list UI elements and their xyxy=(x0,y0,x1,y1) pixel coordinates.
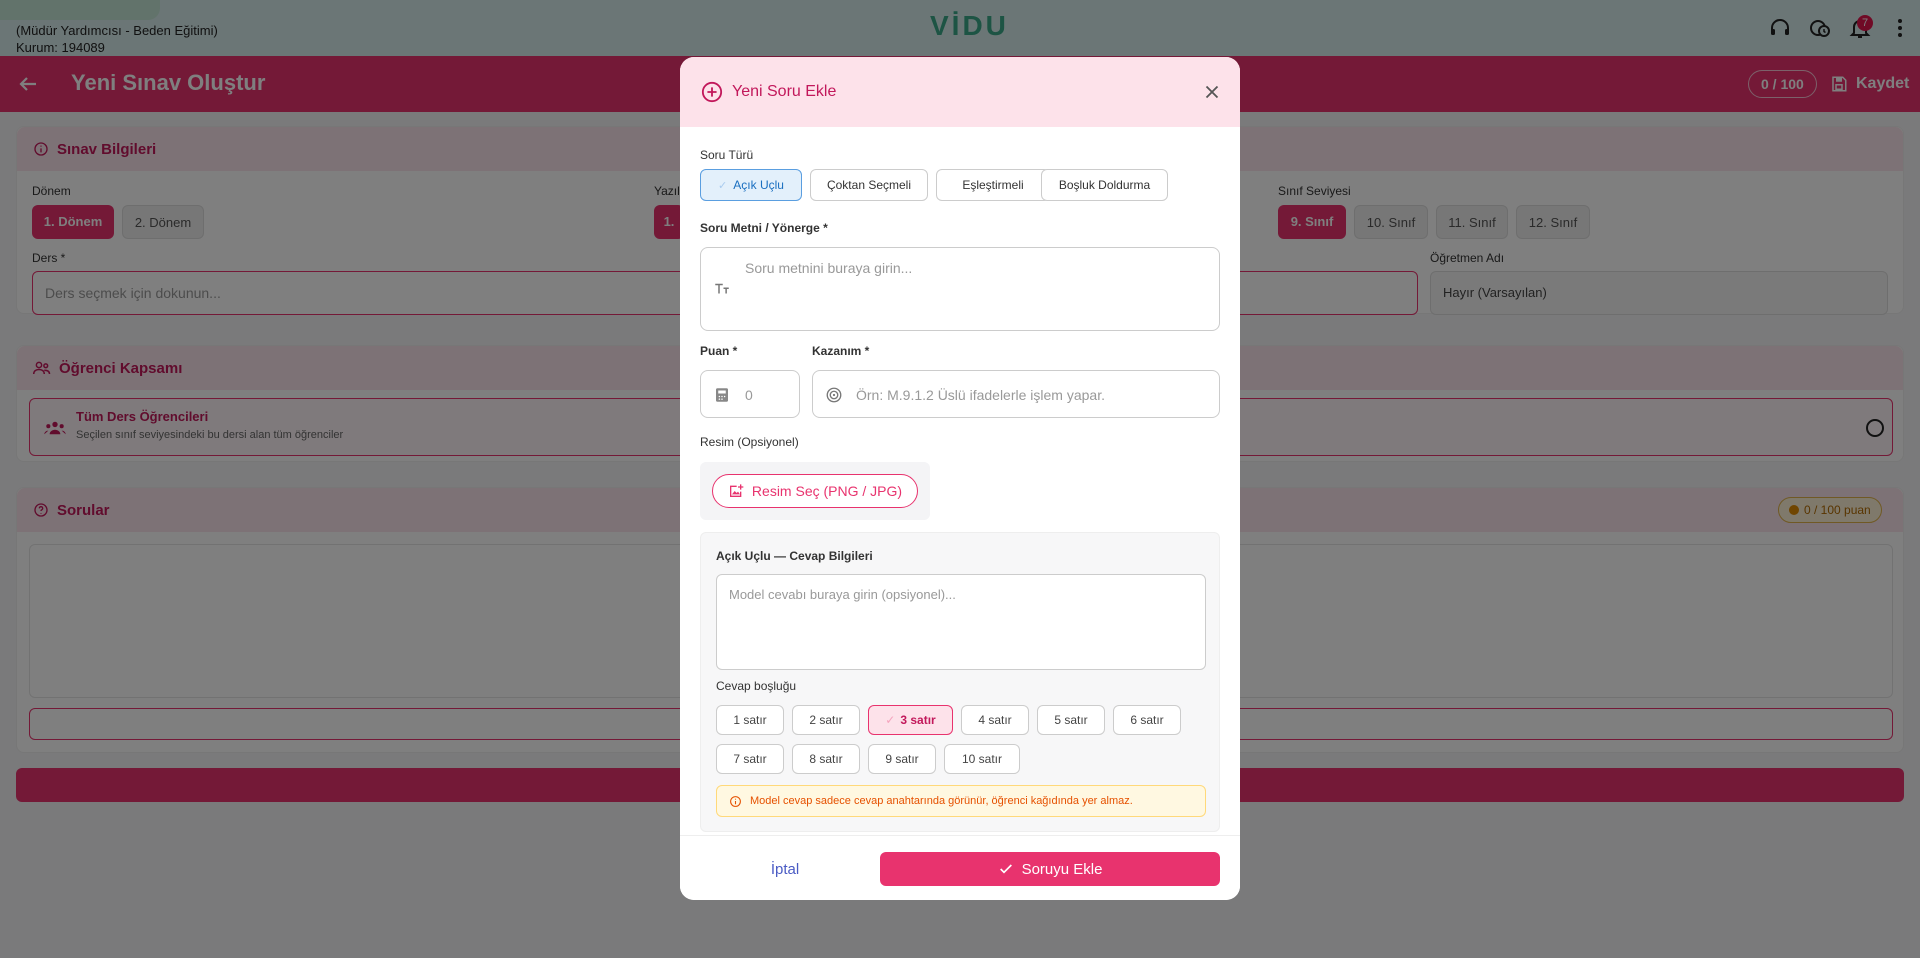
question-text-placeholder: Soru metnini buraya girin... xyxy=(745,260,913,276)
model-answer-input[interactable]: Model cevabı buraya girin (opsiyonel)... xyxy=(716,574,1206,670)
add-photo-icon xyxy=(729,484,744,497)
cancel-button[interactable]: İptal xyxy=(700,854,870,886)
model-answer-placeholder: Model cevabı buraya girin (opsiyonel)... xyxy=(729,587,956,602)
spacing-option[interactable]: 4 satır xyxy=(961,705,1029,735)
outcome-label: Kazanım * xyxy=(812,344,870,358)
info-icon xyxy=(730,795,741,807)
image-label: Resim (Opsiyonel) xyxy=(700,435,799,449)
spacing-option[interactable]: 5 satır xyxy=(1037,705,1105,735)
target-icon xyxy=(826,387,842,403)
answer-warning: Model cevap sadece cevap anahtarında gör… xyxy=(716,785,1206,817)
check-icon xyxy=(999,864,1012,874)
answer-warning-text: Model cevap sadece cevap anahtarında gör… xyxy=(750,795,1133,807)
select-image-button[interactable]: Resim Seç (PNG / JPG) xyxy=(712,474,918,508)
points-placeholder: 0 xyxy=(745,387,753,403)
type-fill-blank[interactable]: Boşluk Doldurma xyxy=(1041,169,1168,201)
check-icon: ✓ xyxy=(885,713,896,727)
spacing-option[interactable]: 6 satır xyxy=(1113,705,1181,735)
type-multiple-choice[interactable]: Çoktan Seçmeli xyxy=(810,169,928,201)
text-label: Soru Metni / Yönerge * xyxy=(700,221,828,235)
type-label: Soru Türü xyxy=(700,148,754,162)
spacing-option[interactable]: 7 satır xyxy=(716,744,784,774)
dialog-footer: İptal Soruyu Ekle xyxy=(680,835,1240,900)
type-open-ended-label: Açık Uçlu xyxy=(733,178,784,192)
spacing-option[interactable]: 9 satır xyxy=(868,744,936,774)
points-label: Puan * xyxy=(700,344,738,358)
add-question-dialog: Yeni Soru Ekle Soru Türü ✓ Açık Uçlu Çokt… xyxy=(680,57,1240,900)
spacing-option[interactable]: 10 satır xyxy=(944,744,1020,774)
spacing-option[interactable]: 2 satır xyxy=(792,705,860,735)
points-input[interactable]: 0 xyxy=(700,370,800,418)
close-icon[interactable] xyxy=(1201,81,1223,103)
dialog-header: Yeni Soru Ekle xyxy=(680,57,1240,127)
spacing-option-selected[interactable]: ✓ 3 satır xyxy=(868,705,953,735)
image-picker-wrap: Resim Seç (PNG / JPG) xyxy=(700,462,930,520)
outcome-placeholder: Örn: M.9.1.2 Üslü ifadelerle işlem yapar… xyxy=(856,387,1105,403)
question-text-input[interactable]: Soru metnini buraya girin... xyxy=(700,247,1220,331)
add-question-submit-button[interactable]: Soruyu Ekle xyxy=(880,852,1220,886)
add-circle-icon xyxy=(701,81,723,103)
add-question-submit-label: Soruyu Ekle xyxy=(1021,860,1103,878)
dialog-title: Yeni Soru Ekle xyxy=(732,83,837,100)
outcome-input[interactable]: Örn: M.9.1.2 Üslü ifadelerle işlem yapar… xyxy=(812,370,1220,418)
calculator-icon xyxy=(716,388,728,402)
select-image-label: Resim Seç (PNG / JPG) xyxy=(751,483,903,499)
check-icon: ✓ xyxy=(718,180,728,192)
dialog-body[interactable]: Soru Türü ✓ Açık Uçlu Çoktan Seçmeli Eşle… xyxy=(680,127,1240,835)
answer-section-title: Açık Uçlu — Cevap Bilgileri xyxy=(716,549,873,563)
spacing-option[interactable]: 1 satır xyxy=(716,705,784,735)
answer-panel: Açık Uçlu — Cevap Bilgileri Model cevabı… xyxy=(700,532,1220,832)
spacing-option[interactable]: 8 satır xyxy=(792,744,860,774)
spacing-option-selected-label: 3 satır xyxy=(900,713,936,727)
type-matching[interactable]: Eşleştirmeli xyxy=(936,169,1050,201)
type-open-ended[interactable]: ✓ Açık Uçlu xyxy=(700,169,802,201)
spacing-label: Cevap boşluğu xyxy=(716,679,797,693)
text-fields-icon xyxy=(715,283,729,294)
